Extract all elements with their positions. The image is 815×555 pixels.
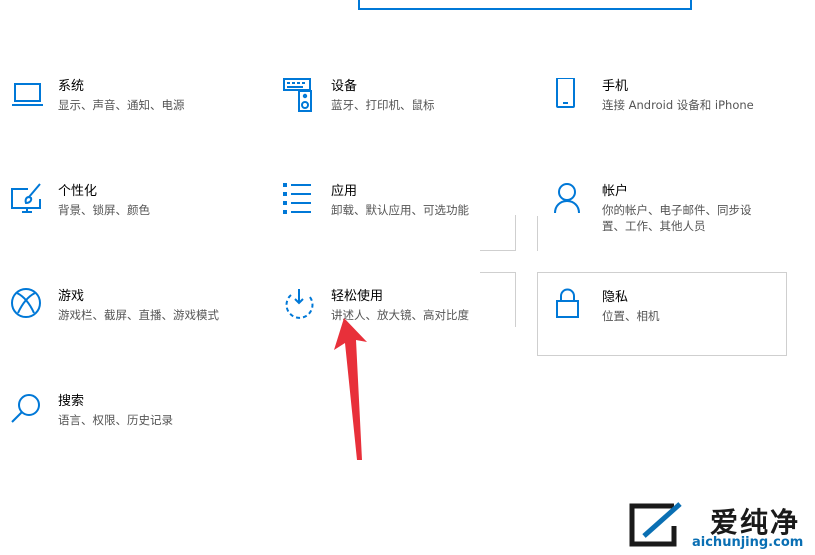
tile-description: 游戏栏、截屏、直播、游戏模式 [58, 308, 219, 322]
apps-list-icon [283, 183, 319, 219]
tile-title: 个性化 [58, 184, 98, 199]
tile-ease-of-access[interactable]: 轻松使用 讲述人、放大镜、高对比度 [283, 288, 533, 372]
tile-gaming[interactable]: 游戏 游戏栏、截屏、直播、游戏模式 [10, 288, 260, 372]
tile-description: 语言、权限、历史记录 [58, 413, 173, 427]
lock-icon [555, 288, 591, 324]
tile-title: 手机 [602, 79, 629, 94]
search-icon [10, 393, 46, 429]
tile-title: 设备 [331, 79, 358, 94]
tile-title: 轻松使用 [331, 289, 384, 304]
keyboard-speaker-icon [283, 78, 319, 114]
tile-search[interactable]: 搜索 语言、权限、历史记录 [10, 393, 260, 477]
tile-description: 卸载、默认应用、可选功能 [331, 203, 469, 217]
tile-description: 讲述人、放大镜、高对比度 [331, 308, 469, 322]
laptop-icon [10, 78, 46, 114]
tile-border-fragment [480, 272, 516, 273]
tile-phone[interactable]: 手机 连接 Android 设备和 iPhone [554, 78, 804, 162]
tile-title: 帐户 [602, 184, 629, 199]
watermark-logo [629, 502, 682, 547]
tile-border-fragment [537, 216, 538, 251]
paint-brush-icon [10, 183, 46, 219]
tile-system[interactable]: 系统 显示、声音、通知、电源 [10, 78, 260, 162]
tile-devices[interactable]: 设备 蓝牙、打印机、鼠标 [283, 78, 533, 162]
tile-apps[interactable]: 应用 卸载、默认应用、可选功能 [283, 183, 533, 267]
watermark: 爱纯净 aichunjing.com [622, 498, 812, 553]
tile-title: 游戏 [58, 289, 85, 304]
tile-accounts[interactable]: 帐户 你的帐户、电子邮件、同步设 置、工作、其他人员 [554, 183, 804, 267]
phone-icon [554, 78, 590, 114]
search-settings-input[interactable] [358, 0, 692, 10]
tile-privacy[interactable]: 隐私 位置、相机 [537, 272, 787, 356]
tile-title: 系统 [58, 79, 85, 94]
tile-description: 连接 Android 设备和 iPhone [602, 98, 754, 112]
tile-border-fragment [480, 250, 516, 251]
tile-title: 隐私 [602, 290, 629, 305]
person-icon [554, 183, 590, 219]
tile-title: 搜索 [58, 394, 85, 409]
tile-description: 你的帐户、电子邮件、同步设 置、工作、其他人员 [602, 203, 752, 233]
tile-description: 背景、锁屏、颜色 [58, 203, 150, 217]
tile-title: 应用 [331, 184, 358, 199]
tile-description: 蓝牙、打印机、鼠标 [331, 98, 435, 112]
tile-personalization[interactable]: 个性化 背景、锁屏、颜色 [10, 183, 260, 267]
tile-border-fragment [515, 215, 516, 250]
tile-description: 显示、声音、通知、电源 [58, 98, 185, 112]
ease-of-access-icon [283, 288, 319, 324]
tile-description: 位置、相机 [602, 309, 660, 323]
xbox-icon [10, 288, 46, 324]
watermark-url: aichunjing.com [692, 535, 804, 550]
